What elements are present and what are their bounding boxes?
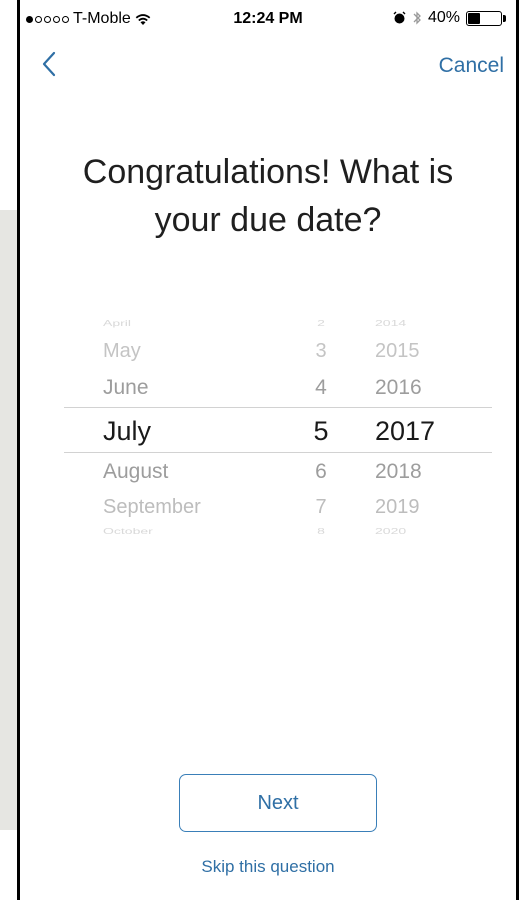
due-date-picker[interactable]: April 2 2014 May 3 2015 June 4 2016 July 5 2017 Augu… bbox=[20, 300, 516, 550]
status-bar: T-Moble 12:24 PM 40% bbox=[20, 0, 516, 40]
picker-day: 8 bbox=[317, 526, 325, 536]
battery-percent: 40% bbox=[427, 9, 460, 26]
picker-year: 2020 bbox=[375, 526, 407, 536]
picker-selection-top-divider bbox=[64, 407, 492, 408]
chevron-left-icon bbox=[42, 51, 56, 77]
battery-fill bbox=[468, 12, 480, 24]
back-button[interactable] bbox=[40, 50, 70, 82]
battery-icon bbox=[466, 10, 502, 26]
background-margin bbox=[519, 0, 532, 900]
picker-selection-bottom-divider bbox=[64, 452, 492, 453]
bluetooth-icon bbox=[413, 11, 421, 25]
picker-month: September bbox=[103, 496, 201, 518]
picker-month: April bbox=[103, 318, 132, 328]
skip-question-link[interactable]: Skip this question bbox=[20, 857, 516, 877]
nav-bar: Cancel bbox=[20, 48, 516, 88]
picker-month: July bbox=[103, 416, 152, 446]
status-right: 40% bbox=[393, 9, 506, 27]
picker-year: 2015 bbox=[375, 340, 420, 362]
picker-year: 2018 bbox=[375, 460, 422, 483]
picker-year: 2016 bbox=[375, 376, 422, 399]
picker-year: 2019 bbox=[375, 496, 420, 518]
next-button[interactable]: Next bbox=[179, 774, 377, 832]
screenshot-stage: T-Moble 12:24 PM 40% Cancel Congratulati… bbox=[0, 0, 532, 900]
picker-day: 5 bbox=[313, 416, 329, 446]
picker-year: 2017 bbox=[375, 416, 436, 446]
picker-month: August bbox=[103, 460, 169, 483]
picker-month: June bbox=[103, 376, 149, 399]
cancel-button[interactable]: Cancel bbox=[439, 54, 504, 78]
page-title-line-1: Congratulations! What is bbox=[82, 153, 454, 191]
page-title: Congratulations! What is your due date? bbox=[20, 148, 516, 244]
alarm-icon bbox=[393, 11, 406, 24]
picker-day: 3 bbox=[315, 340, 327, 362]
picker-month: May bbox=[103, 340, 141, 362]
battery-tip bbox=[503, 14, 506, 22]
picker-day: 2 bbox=[317, 318, 325, 328]
picker-day: 7 bbox=[315, 496, 327, 518]
phone-screen: T-Moble 12:24 PM 40% Cancel Congratulati… bbox=[17, 0, 519, 900]
picker-day: 6 bbox=[315, 460, 327, 483]
picker-year: 2014 bbox=[375, 318, 407, 328]
picker-month: October bbox=[103, 526, 153, 536]
picker-day: 4 bbox=[315, 376, 327, 399]
page-title-line-2: your due date? bbox=[154, 201, 382, 239]
